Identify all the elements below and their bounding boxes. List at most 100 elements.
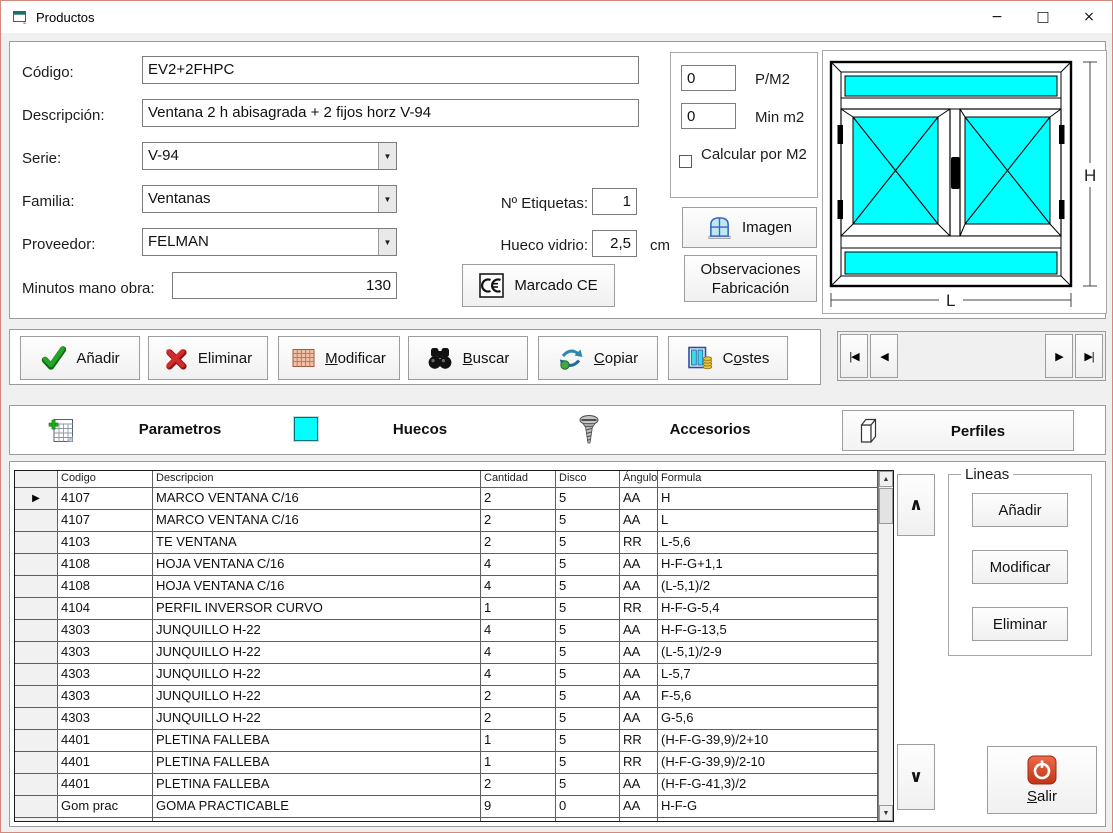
grid-row-10[interactable]: 4303JUNQUILLO H-2225AAG-5,6: [15, 708, 878, 730]
row-selector[interactable]: [15, 532, 58, 553]
cell-disco[interactable]: 5: [556, 554, 620, 575]
row-selector[interactable]: [15, 708, 58, 729]
cell-cantidad[interactable]: 4: [481, 554, 556, 575]
cell-cantidad[interactable]: 2: [481, 708, 556, 729]
cell-codigo[interactable]: 4103: [58, 532, 153, 553]
cell-descripcion[interactable]: JUNQUILLO H-22: [153, 664, 481, 685]
next-record-button[interactable]: ▶: [1045, 334, 1073, 378]
grid-row-6[interactable]: 4303JUNQUILLO H-2245AAH-F-G-13,5: [15, 620, 878, 642]
tab-huecos[interactable]: Huecos: [280, 406, 545, 454]
cell-cantidad[interactable]: 2: [481, 686, 556, 707]
grid-row-9[interactable]: 4303JUNQUILLO H-2225AAF-5,6: [15, 686, 878, 708]
cell-disco[interactable]: 5: [556, 532, 620, 553]
cell-formula[interactable]: L-5,6: [658, 532, 878, 553]
row-selector[interactable]: [15, 510, 58, 531]
grid-row-0[interactable]: ▶4107MARCO VENTANA C/1625AAH: [15, 488, 878, 510]
cell-descripcion[interactable]: HOJA VENTANA C/16: [153, 576, 481, 597]
cell-codigo[interactable]: 4303: [58, 620, 153, 641]
cell-ángulo[interactable]: AA: [620, 510, 658, 531]
cell-ángulo[interactable]: RR: [620, 752, 658, 773]
cell-descripcion[interactable]: HOJA VENTANA C/16: [153, 554, 481, 575]
lineas-anadir-button[interactable]: Añadir: [972, 493, 1068, 527]
cell-descripcion[interactable]: MARCO VENTANA C/16: [153, 488, 481, 509]
observaciones-fabricacion-button[interactable]: Observaciones Fabricación: [684, 255, 817, 302]
row-selector[interactable]: [15, 774, 58, 795]
serie-dropdown-icon[interactable]: ▼: [378, 143, 396, 169]
tab-perfiles[interactable]: Perfiles: [842, 410, 1074, 451]
cell-cantidad[interactable]: 2: [481, 774, 556, 795]
cell-descripcion[interactable]: JUNQUILLO H-22: [153, 686, 481, 707]
hueco-vidrio-input[interactable]: 2,5: [592, 230, 637, 257]
copiar-button[interactable]: Copiar: [538, 336, 658, 380]
cell-descripcion[interactable]: GOMA PRACTICABLE: [153, 818, 481, 821]
cell-ángulo[interactable]: RR: [620, 730, 658, 751]
descripcion-input[interactable]: Ventana 2 h abisagrada + 2 fijos horz V-…: [142, 99, 639, 127]
cell-ángulo[interactable]: RR: [620, 532, 658, 553]
cell-cantidad[interactable]: 4: [481, 620, 556, 641]
cell-disco[interactable]: 5: [556, 576, 620, 597]
cell-disco[interactable]: 5: [556, 774, 620, 795]
cell-formula[interactable]: (H-F-G-39,9)/2+10: [658, 730, 878, 751]
proveedor-dropdown-icon[interactable]: ▼: [378, 229, 396, 255]
grid-row-15[interactable]: Gom pracGOMA PRACTICABLE: [15, 818, 878, 821]
cell-cantidad[interactable]: 1: [481, 730, 556, 751]
grid-row-11[interactable]: 4401PLETINA FALLEBA15RR(H-F-G-39,9)/2+10: [15, 730, 878, 752]
cell-cantidad[interactable]: 4: [481, 642, 556, 663]
cell-disco[interactable]: 5: [556, 620, 620, 641]
cell-cantidad[interactable]: 4: [481, 664, 556, 685]
cell-formula[interactable]: [658, 818, 878, 821]
grid-column-header-descripcion[interactable]: Descripcion: [153, 471, 481, 487]
cell-disco[interactable]: 5: [556, 510, 620, 531]
cell-disco[interactable]: 5: [556, 730, 620, 751]
cell-formula[interactable]: (L-5,1)/2: [658, 576, 878, 597]
perfiles-grid[interactable]: CodigoDescripcionCantidadDiscoÁnguloForm…: [14, 470, 894, 822]
cell-formula[interactable]: (L-5,1)/2-9: [658, 642, 878, 663]
cell-codigo[interactable]: 4107: [58, 510, 153, 531]
cell-ángulo[interactable]: RR: [620, 598, 658, 619]
cell-disco[interactable]: 5: [556, 752, 620, 773]
cell-ángulo[interactable]: AA: [620, 686, 658, 707]
maximize-button[interactable]: □: [1020, 1, 1066, 33]
serie-select[interactable]: V-94 ▼: [142, 142, 397, 170]
current-row-marker[interactable]: ▶: [15, 488, 58, 509]
cell-descripcion[interactable]: PLETINA FALLEBA: [153, 752, 481, 773]
cell-disco[interactable]: 5: [556, 642, 620, 663]
cell-codigo[interactable]: 4107: [58, 488, 153, 509]
grid-row-2[interactable]: 4103TE VENTANA25RRL-5,6: [15, 532, 878, 554]
cell-ángulo[interactable]: AA: [620, 488, 658, 509]
row-selector[interactable]: [15, 598, 58, 619]
cell-codigo[interactable]: 4108: [58, 554, 153, 575]
cell-ángulo[interactable]: AA: [620, 664, 658, 685]
cell-codigo[interactable]: 4108: [58, 576, 153, 597]
cell-formula[interactable]: H-F-G: [658, 796, 878, 817]
cell-cantidad[interactable]: 1: [481, 598, 556, 619]
cell-codigo[interactable]: Gom prac: [58, 796, 153, 817]
eliminar-button[interactable]: Eliminar: [148, 336, 268, 380]
cell-disco[interactable]: 5: [556, 686, 620, 707]
grid-row-13[interactable]: 4401PLETINA FALLEBA25AA(H-F-G-41,3)/2: [15, 774, 878, 796]
row-selector[interactable]: [15, 664, 58, 685]
cell-disco[interactable]: 5: [556, 708, 620, 729]
cell-cantidad[interactable]: 9: [481, 796, 556, 817]
cell-cantidad[interactable]: 2: [481, 488, 556, 509]
cell-codigo[interactable]: Gom prac: [58, 818, 153, 821]
scrollbar-up-button[interactable]: ▲: [879, 471, 893, 487]
cell-ángulo[interactable]: [620, 818, 658, 821]
familia-dropdown-icon[interactable]: ▼: [378, 186, 396, 212]
cell-descripcion[interactable]: TE VENTANA: [153, 532, 481, 553]
grid-row-1[interactable]: 4107MARCO VENTANA C/1625AAL: [15, 510, 878, 532]
row-selector[interactable]: [15, 642, 58, 663]
cell-descripcion[interactable]: JUNQUILLO H-22: [153, 642, 481, 663]
buscar-button[interactable]: Buscar: [408, 336, 528, 380]
cell-formula[interactable]: (H-F-G-41,3)/2: [658, 774, 878, 795]
prev-record-button[interactable]: ◀: [870, 334, 898, 378]
cell-codigo[interactable]: 4303: [58, 642, 153, 663]
row-selector[interactable]: [15, 752, 58, 773]
cell-ángulo[interactable]: AA: [620, 620, 658, 641]
lineas-modificar-button[interactable]: Modificar: [972, 550, 1068, 584]
grid-row-5[interactable]: 4104PERFIL INVERSOR CURVO15RRH-F-G-5,4: [15, 598, 878, 620]
minimize-button[interactable]: −: [974, 1, 1020, 33]
p-m2-input[interactable]: 0: [681, 65, 736, 91]
familia-select[interactable]: Ventanas ▼: [142, 185, 397, 213]
scrollbar-down-button[interactable]: ▼: [879, 805, 893, 821]
